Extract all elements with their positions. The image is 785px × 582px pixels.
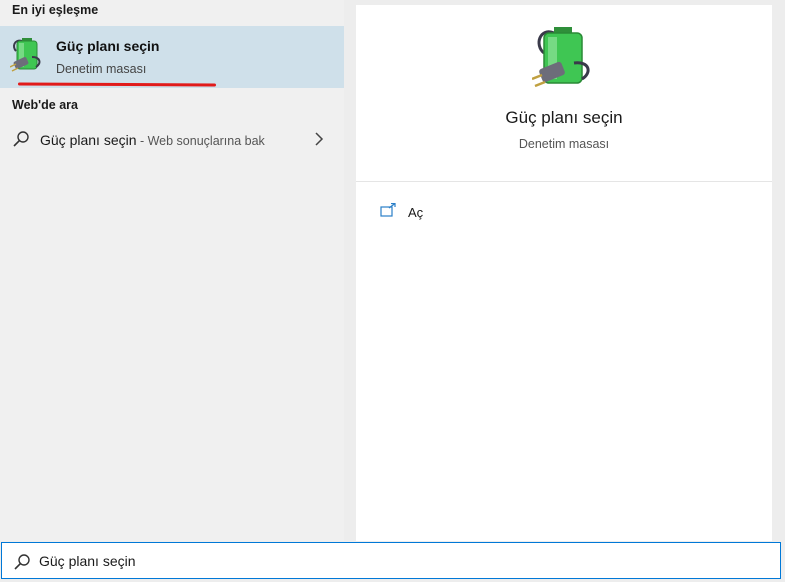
search-box[interactable] — [1, 542, 781, 579]
search-icon — [13, 131, 29, 147]
web-search-query: Güç planı seçin - Web sonuçlarına bak — [40, 132, 265, 148]
best-match-header: En iyi eşleşme — [12, 3, 99, 17]
preview-subtitle: Denetim masası — [518, 137, 610, 151]
divider — [356, 181, 772, 182]
search-input[interactable] — [39, 549, 739, 573]
web-search-suffix: - Web sonuçlarına bak — [136, 134, 265, 148]
best-match-item[interactable]: Güç planı seçin Denetim masası — [0, 26, 344, 88]
preview-title: Güç planı seçin — [505, 108, 623, 127]
open-window-icon — [380, 203, 396, 217]
open-action[interactable]: Aç — [376, 201, 576, 225]
web-search-header: Web'de ara — [12, 98, 78, 112]
chevron-right-icon[interactable] — [313, 131, 325, 147]
open-action-label: Aç — [408, 205, 424, 220]
results-pane: En iyi eşleşme Güç planı seçin Denetim m… — [0, 0, 344, 541]
power-options-icon — [532, 27, 590, 88]
web-search-result[interactable]: Güç planı seçin - Web sonuçlarına bak — [0, 124, 344, 156]
search-icon — [14, 554, 30, 570]
best-match-subtitle: Denetim masası — [56, 62, 147, 76]
power-options-icon — [10, 38, 41, 72]
best-match-title: Güç planı seçin — [56, 38, 160, 54]
preview-pane: Güç planı seçin Denetim masası Aç — [356, 5, 772, 541]
